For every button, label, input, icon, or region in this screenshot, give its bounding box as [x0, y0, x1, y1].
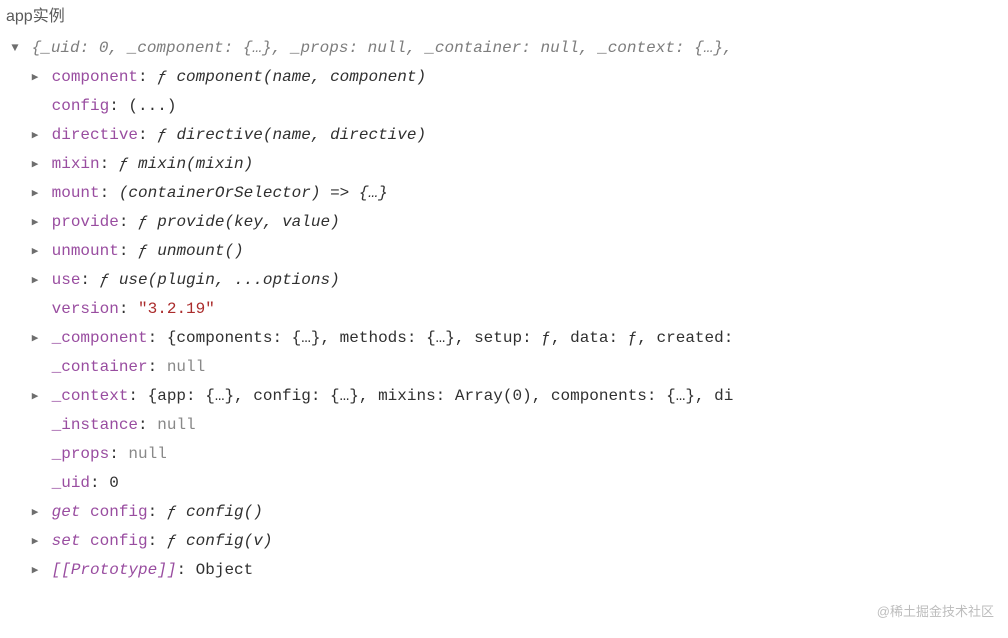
property-key: get config	[52, 503, 148, 521]
colon: :	[119, 242, 138, 260]
colon: :	[138, 126, 157, 144]
property-row[interactable]: ▶ mixin: ƒ mixin(mixin)	[4, 150, 1008, 179]
function-signature: ƒ component(name, component)	[157, 68, 426, 86]
property-value-string: "3.2.19"	[138, 300, 215, 318]
property-key: use	[52, 271, 81, 289]
colon: :	[100, 184, 119, 202]
property-value-null: null	[128, 445, 166, 463]
expand-arrow-right-icon[interactable]: ▶	[28, 151, 42, 180]
expand-arrow-right-icon[interactable]: ▶	[28, 528, 42, 557]
property-key: mount	[52, 184, 100, 202]
colon: :	[176, 561, 195, 579]
function-signature: ƒ mixin(mixin)	[119, 155, 253, 173]
property-value: Object	[196, 561, 254, 579]
colon: :	[148, 329, 167, 347]
property-key: config	[52, 97, 110, 115]
property-row[interactable]: ▶ get config: ƒ config()	[4, 498, 1008, 527]
property-row: version: "3.2.19"	[4, 295, 1008, 324]
property-row[interactable]: ▶ mount: (containerOrSelector) => {…}	[4, 179, 1008, 208]
function-signature: ƒ unmount()	[138, 242, 244, 260]
property-key: _uid	[52, 474, 90, 492]
object-header: {_uid: 0, _component: {…}, _props: null,…	[32, 39, 733, 57]
property-value-object: {components: {…}, methods: {…}, setup: ƒ…	[167, 329, 734, 347]
expand-arrow-right-icon[interactable]: ▶	[28, 209, 42, 238]
property-value-object: {app: {…}, config: {…}, mixins: Array(0)…	[148, 387, 734, 405]
watermark: @稀土掘金技术社区	[877, 600, 994, 624]
expand-arrow-right-icon[interactable]: ▶	[28, 267, 42, 296]
property-key: provide	[52, 213, 119, 231]
function-signature: ƒ directive(name, directive)	[157, 126, 426, 144]
property-row: config: (...)	[4, 92, 1008, 121]
log-title: app实例	[4, 2, 1008, 32]
property-row[interactable]: ▶ unmount: ƒ unmount()	[4, 237, 1008, 266]
colon: :	[138, 68, 157, 86]
expand-arrow-right-icon[interactable]: ▶	[28, 383, 42, 412]
property-row[interactable]: ▶ directive: ƒ directive(name, directive…	[4, 121, 1008, 150]
property-key: [[Prototype]]	[52, 561, 177, 579]
property-key: directive	[52, 126, 138, 144]
colon: :	[119, 300, 138, 318]
colon: :	[148, 358, 167, 376]
colon: :	[100, 155, 119, 173]
function-signature: (containerOrSelector) => {…}	[119, 184, 388, 202]
colon: :	[80, 271, 99, 289]
property-value-null: null	[157, 416, 195, 434]
expand-arrow-right-icon[interactable]: ▶	[28, 64, 42, 93]
expand-arrow-right-icon[interactable]: ▶	[28, 557, 42, 586]
expand-arrow-right-icon[interactable]: ▶	[28, 238, 42, 267]
property-row[interactable]: ▶ _component: {components: {…}, methods:…	[4, 324, 1008, 353]
colon: :	[119, 213, 138, 231]
property-row[interactable]: ▶ component: ƒ component(name, component…	[4, 63, 1008, 92]
property-key: component	[52, 68, 138, 86]
property-row[interactable]: ▶ [[Prototype]]: Object	[4, 556, 1008, 585]
property-key: version	[52, 300, 119, 318]
property-key: _context	[52, 387, 129, 405]
property-key: _component	[52, 329, 148, 347]
property-row: _uid: 0	[4, 469, 1008, 498]
colon: :	[138, 416, 157, 434]
property-row[interactable]: ▶ set config: ƒ config(v)	[4, 527, 1008, 556]
expand-arrow-down-icon[interactable]: ▼	[8, 34, 22, 63]
function-signature: ƒ config(v)	[167, 532, 273, 550]
colon: :	[148, 503, 167, 521]
property-key: set config	[52, 532, 148, 550]
property-row[interactable]: ▶ use: ƒ use(plugin, ...options)	[4, 266, 1008, 295]
property-key: _props	[52, 445, 110, 463]
expand-arrow-right-icon[interactable]: ▶	[28, 325, 42, 354]
colon: :	[148, 532, 167, 550]
property-value: (...)	[128, 97, 176, 115]
property-row: _container: null	[4, 353, 1008, 382]
property-key: unmount	[52, 242, 119, 260]
colon: :	[90, 474, 109, 492]
expand-arrow-right-icon[interactable]: ▶	[28, 499, 42, 528]
property-key: _instance	[52, 416, 138, 434]
property-value-number: 0	[109, 474, 119, 492]
property-key: mixin	[52, 155, 100, 173]
property-row: _instance: null	[4, 411, 1008, 440]
function-signature: ƒ config()	[167, 503, 263, 521]
expand-arrow-right-icon[interactable]: ▶	[28, 180, 42, 209]
colon: :	[109, 97, 128, 115]
property-row: _props: null	[4, 440, 1008, 469]
function-signature: ƒ provide(key, value)	[138, 213, 340, 231]
expand-arrow-right-icon[interactable]: ▶	[28, 122, 42, 151]
property-row[interactable]: ▶ _context: {app: {…}, config: {…}, mixi…	[4, 382, 1008, 411]
property-key: _container	[52, 358, 148, 376]
function-signature: ƒ use(plugin, ...options)	[100, 271, 340, 289]
colon: :	[109, 445, 128, 463]
object-header-row[interactable]: ▼ {_uid: 0, _component: {…}, _props: nul…	[4, 34, 1008, 63]
colon: :	[128, 387, 147, 405]
property-value-null: null	[167, 358, 205, 376]
property-row[interactable]: ▶ provide: ƒ provide(key, value)	[4, 208, 1008, 237]
